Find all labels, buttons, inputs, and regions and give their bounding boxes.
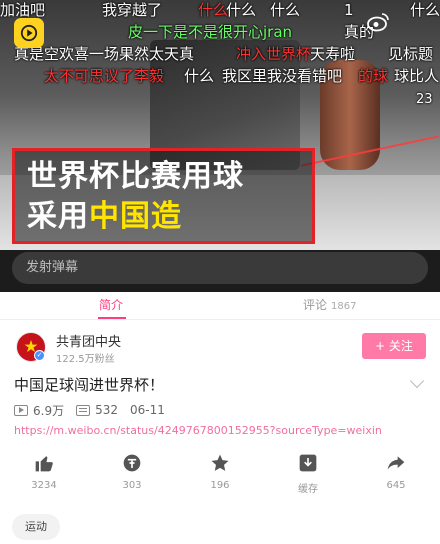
danmu-comment: 的球 [358,67,389,85]
danmu-input[interactable]: 发射弹幕 [12,252,428,284]
danmu-count: 532 [95,403,118,417]
verified-badge-icon: ✓ [34,350,45,361]
account-fans: 122.5万粉丝 [56,354,115,365]
account-name[interactable]: 共青团中央 [56,331,121,350]
play-count-icon [14,404,28,416]
share-icon [387,456,405,470]
coin-icon [123,454,141,472]
tab-intro[interactable]: 简介 [99,296,123,313]
tab-label: 评论 [303,298,328,312]
action-bar: 3234 303 196 缓存 645 [0,452,440,502]
category-tag[interactable]: 运动 [12,514,60,540]
danmu-count-icon [76,404,91,416]
caption-line-1: 世界杯比赛用球 [27,157,312,197]
play-logo-icon [20,24,38,42]
video-title: 中国足球闯进世界杯！ [14,376,165,394]
download-button[interactable]: 缓存 [278,452,338,495]
detail-tabs: 简介 评论 1867 [0,292,440,320]
danmu-comment: 天寿啦 [310,45,356,63]
play-count: 6.9万 [33,403,65,418]
danmu-comment: 1 [344,1,354,19]
danmu-comment: 23 [416,92,433,107]
danmu-comment: 见标题 [388,45,434,63]
video-caption-box: 世界杯比赛用球 采用中国造 [12,148,315,244]
caption-highlight-text: 中国造 [89,199,182,234]
coin-count: 303 [122,480,142,491]
danmu-comment: 真是空欢喜一场果然太天真 [14,45,195,63]
download-label: 缓存 [298,484,318,495]
weibo-watermark-icon [366,12,390,37]
publish-date: 06-11 [130,403,165,417]
like-button[interactable]: 3234 [14,452,74,491]
tab-comments[interactable]: 评论 1867 [303,296,356,313]
tab-active-indicator [98,317,126,319]
danmu-comment: 太不可思议了李毅 [44,67,165,85]
share-count: 645 [386,480,406,491]
danmu-comment: 冲入世界杯 [236,45,312,63]
coin-button[interactable]: 303 [102,452,162,491]
like-count: 3234 [31,480,57,491]
danmu-comment: 皮一下是不是很开心jran [128,23,293,41]
thumbs-up-icon [35,456,53,472]
favorite-count: 196 [210,480,230,491]
share-button[interactable]: 645 [366,452,426,491]
danmu-comment: 什么 [410,1,440,19]
pear-video-logo [14,18,44,48]
caption-text: 比赛用球 [120,159,244,194]
caption-text: 采用 [27,199,89,234]
follow-button[interactable]: + 关注 [362,333,426,359]
danmu-comment: 我区里我没看错吧 [222,67,343,85]
video-meta: 6.9万 532 06-11 [14,402,165,418]
danmu-comment: 球比人 [394,67,440,85]
favorite-button[interactable]: 196 [190,452,250,491]
caption-line-2: 采用中国造 [27,197,312,237]
caption-text: 世界杯 [27,159,120,194]
danmu-comment: 什么 [226,1,257,19]
danmu-comment: 我穿越了 [102,1,163,19]
download-icon [299,454,317,472]
comment-count: 1867 [331,301,357,312]
video-player[interactable]: 加油吧 我穿越了 什么 什么 什么 1 什么 皮一下是不是很开心jran 真的 … [0,0,440,292]
danmu-comment: 什么 [198,1,229,19]
chevron-down-icon[interactable] [409,373,425,389]
danmu-comment: 加油吧 [0,1,46,19]
tab-label: 简介 [99,298,124,312]
danmu-comment: 什么 [184,67,215,85]
star-icon [211,454,229,471]
danmu-comment: 什么 [270,1,301,19]
source-link[interactable]: https://m.weibo.cn/status/42497678001529… [14,424,424,437]
